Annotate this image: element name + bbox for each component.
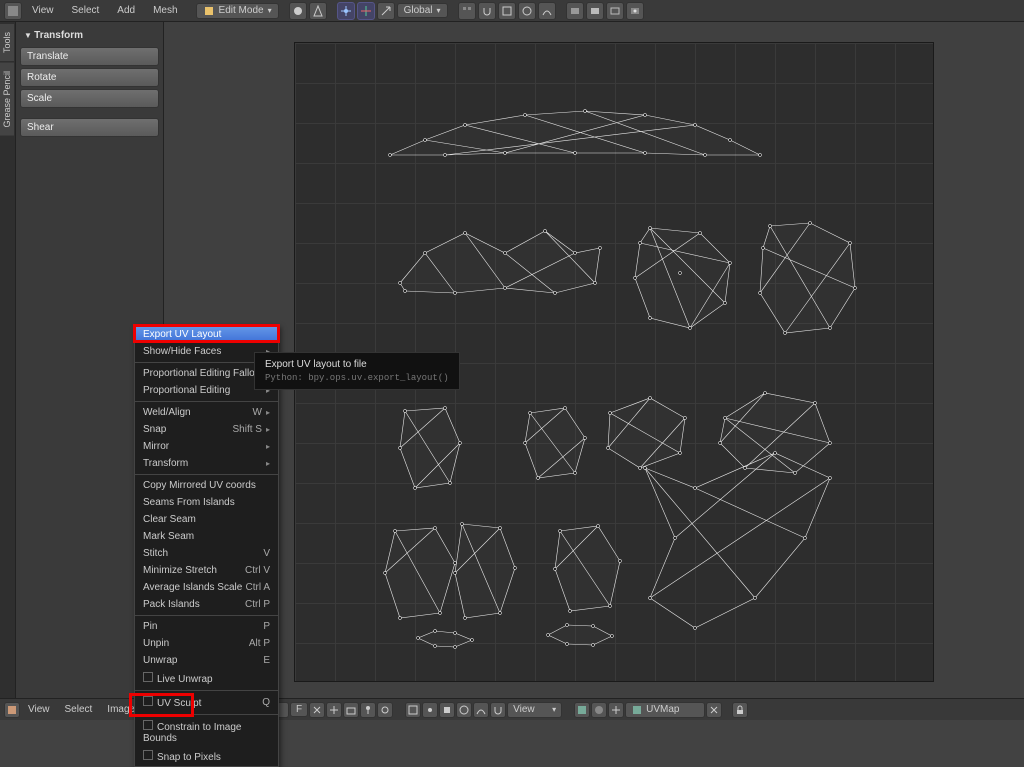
proportional-bottom-icon[interactable] xyxy=(456,702,472,718)
menu-item-weld-align[interactable]: Weld/AlignW▸ xyxy=(135,404,278,421)
bottom-menu-select[interactable]: Select xyxy=(58,702,100,717)
checkbox-icon xyxy=(143,696,153,706)
checkbox-icon xyxy=(143,672,153,682)
top-menu-select[interactable]: Select xyxy=(64,3,108,18)
snap-icon[interactable] xyxy=(478,2,496,20)
editor-type-bottom-icon[interactable] xyxy=(4,702,20,718)
remove-uvmap-icon[interactable] xyxy=(706,702,722,718)
top-header: View Select Add Mesh Edit Mode ▾ Global▾ xyxy=(0,0,1024,22)
tooltip-title: Export UV layout to file xyxy=(265,359,449,370)
render-icon-1[interactable] xyxy=(566,2,584,20)
menu-item-mark-seam[interactable]: Mark Seam xyxy=(135,528,278,545)
lock-icon[interactable] xyxy=(732,702,748,718)
tab-grease-pencil[interactable]: Grease Pencil xyxy=(0,63,14,136)
menu-item-unwrap[interactable]: UnwrapE xyxy=(135,652,278,669)
transform-section-header[interactable]: Transform xyxy=(20,26,159,45)
open-image-icon[interactable] xyxy=(343,702,359,718)
orientation-selector[interactable]: Global▾ xyxy=(397,3,448,18)
sticky-select-icon[interactable] xyxy=(439,702,455,718)
menu-item-clear-seam[interactable]: Clear Seam xyxy=(135,511,278,528)
f-button[interactable]: F xyxy=(290,702,308,717)
manipulator-translate-icon[interactable] xyxy=(377,2,395,20)
pin-icon[interactable] xyxy=(360,702,376,718)
menu-item-export-uv-layout[interactable]: Export UV Layout xyxy=(135,326,278,343)
pivot-bottom-icon[interactable] xyxy=(377,702,393,718)
menu-item-live-unwrap[interactable]: Live Unwrap xyxy=(135,669,278,688)
top-menu-view[interactable]: View xyxy=(24,3,62,18)
menu-item-pack-islands[interactable]: Pack IslandsCtrl P xyxy=(135,596,278,613)
menu-item-seams-from-islands[interactable]: Seams From Islands xyxy=(135,494,278,511)
tab-tools[interactable]: Tools xyxy=(0,24,14,61)
menu-item-minimize-stretch[interactable]: Minimize StretchCtrl V xyxy=(135,562,278,579)
uv-vertex-select-icon[interactable] xyxy=(422,702,438,718)
uvmap-field[interactable]: UVMap xyxy=(625,702,705,718)
scale-button[interactable]: Scale xyxy=(20,89,159,108)
menu-item-snap[interactable]: SnapShift S▸ xyxy=(135,421,278,438)
menu-item-pin[interactable]: PinP xyxy=(135,618,278,635)
menu-item-transform[interactable]: Transform▸ xyxy=(135,455,278,472)
left-tab-strip: Tools Grease Pencil xyxy=(0,22,16,698)
manipulator-icon[interactable] xyxy=(357,2,375,20)
mode-label: Edit Mode xyxy=(219,5,264,16)
menu-item-uv-sculpt[interactable]: UV SculptQ xyxy=(135,693,278,712)
menu-item-copy-mirrored-uv-coords[interactable]: Copy Mirrored UV coords xyxy=(135,477,278,494)
tooltip: Export UV layout to file Python: bpy.ops… xyxy=(254,352,460,390)
draw-stretch-icon[interactable] xyxy=(591,702,607,718)
tooltip-python: Python: bpy.ops.uv.export_layout() xyxy=(265,373,449,383)
menu-item-unpin[interactable]: UnpinAlt P xyxy=(135,635,278,652)
proportional-falloff-icon[interactable] xyxy=(538,2,556,20)
uv-select-sync-icon[interactable] xyxy=(405,702,421,718)
uv-channel-icon[interactable] xyxy=(574,702,590,718)
top-menu-add[interactable]: Add xyxy=(109,3,143,18)
render-icon-4[interactable] xyxy=(626,2,644,20)
submenu-arrow-icon: ▸ xyxy=(266,425,270,434)
menu-item-stitch[interactable]: StitchV xyxy=(135,545,278,562)
checkbox-icon xyxy=(143,750,153,760)
top-menu-mesh[interactable]: Mesh xyxy=(145,3,185,18)
uvs-context-menu[interactable]: Export UV LayoutShow/Hide Faces▸Proporti… xyxy=(134,325,279,767)
normalized-icon[interactable] xyxy=(608,702,624,718)
menu-item-snap-to-pixels[interactable]: Snap to Pixels xyxy=(135,747,278,766)
shading-solid-icon[interactable] xyxy=(289,2,307,20)
submenu-arrow-icon: ▸ xyxy=(266,408,270,417)
render-icon-2[interactable] xyxy=(586,2,604,20)
snap-bottom-icon[interactable] xyxy=(490,702,506,718)
pivot-icon[interactable] xyxy=(337,2,355,20)
menu-item-average-islands-scale[interactable]: Average Islands ScaleCtrl A xyxy=(135,579,278,596)
proportional-icon[interactable] xyxy=(518,2,536,20)
editor-type-icon[interactable] xyxy=(4,2,22,20)
unlink-icon[interactable] xyxy=(309,702,325,718)
menu-item-mirror[interactable]: Mirror▸ xyxy=(135,438,278,455)
submenu-arrow-icon: ▸ xyxy=(266,442,270,451)
snap-target-icon[interactable] xyxy=(498,2,516,20)
shear-button[interactable]: Shear xyxy=(20,118,159,137)
translate-button[interactable]: Translate xyxy=(20,47,159,66)
bottom-menu-view[interactable]: View xyxy=(21,702,57,717)
rotate-button[interactable]: Rotate xyxy=(20,68,159,87)
menu-item-constrain-to-image-bounds[interactable]: Constrain to Image Bounds xyxy=(135,717,278,747)
layers-icon[interactable] xyxy=(458,2,476,20)
submenu-arrow-icon: ▸ xyxy=(266,459,270,468)
mode-selector[interactable]: Edit Mode ▾ xyxy=(196,3,279,19)
render-icon-3[interactable] xyxy=(606,2,624,20)
new-image-icon[interactable] xyxy=(326,702,342,718)
falloff-bottom-icon[interactable] xyxy=(473,702,489,718)
checkbox-icon xyxy=(143,720,153,730)
display-mode-field[interactable]: View▾ xyxy=(507,702,562,718)
shading-limit-icon[interactable] xyxy=(309,2,327,20)
